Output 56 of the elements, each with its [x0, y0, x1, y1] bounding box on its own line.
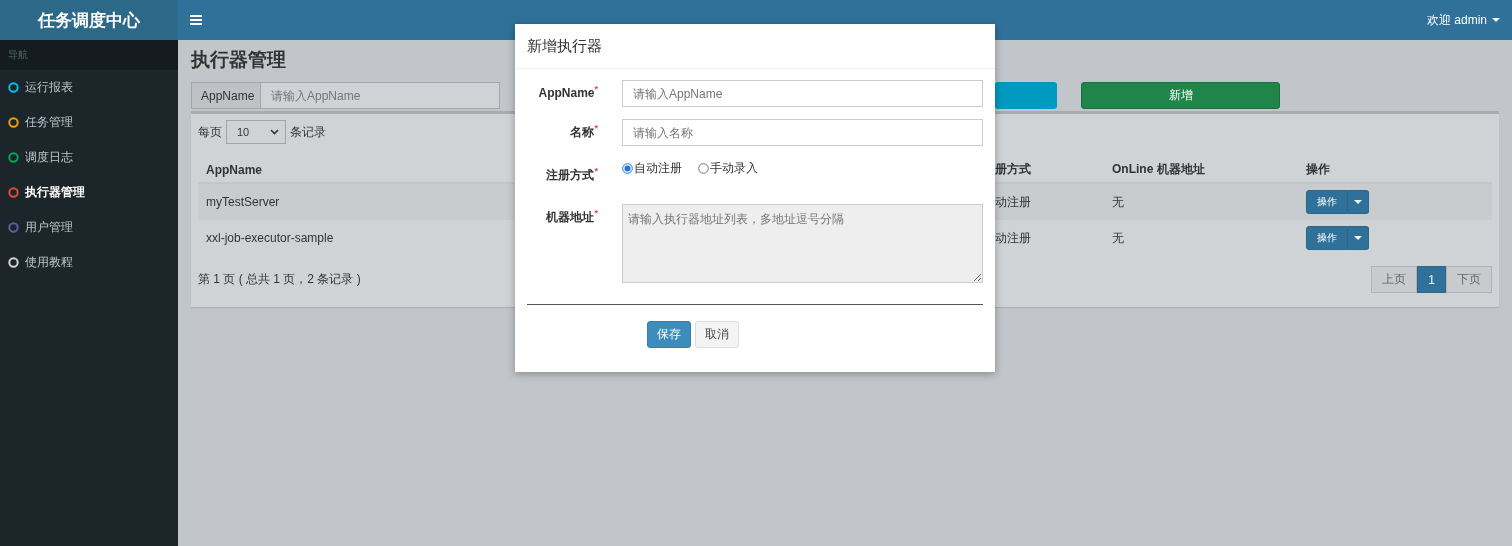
page-size-select[interactable]: 10	[226, 120, 286, 144]
action-button[interactable]: 操作	[1306, 190, 1348, 214]
brand-logo[interactable]: 任务调度中心	[0, 0, 178, 40]
table-cell: xxl-job-executor-sample	[206, 231, 334, 245]
field-label: 机器地址$^{*}$	[545, 207, 598, 226]
field-label: 名称$^{*}$	[569, 122, 598, 141]
nav-item[interactable]: 任务管理	[0, 105, 178, 140]
chevron-icon	[270, 129, 279, 135]
page-button[interactable]: 1	[1417, 266, 1446, 293]
dropdown-toggle[interactable]	[1348, 226, 1369, 250]
user-menu[interactable]: 欢迎 admin	[1426, 11, 1500, 29]
column-header: 册方式	[995, 161, 1031, 178]
page-info: 第 1 页 ( 总共 1 页，2 条记录 )	[198, 271, 361, 288]
input-field[interactable]: 请输入AppName	[622, 80, 983, 107]
address-field[interactable]: 请输入执行器地址列表，多地址逗号分隔	[622, 204, 983, 283]
table-cell: 无	[1112, 229, 1124, 247]
nav-label: 执行器管理	[25, 184, 85, 201]
field-label: 注册方式$^{*}$	[545, 165, 598, 184]
input-field[interactable]: 请输入名称	[622, 119, 983, 146]
save-button[interactable]: 保存	[647, 321, 691, 348]
page-button[interactable]: 上页	[1371, 266, 1418, 293]
page-size-label: 条记录	[290, 123, 326, 141]
nav-item[interactable]: 用户管理	[0, 210, 178, 245]
nav-item[interactable]: 调度日志	[0, 140, 178, 175]
table-cell: 动注册	[995, 229, 1031, 247]
caret-icon	[1354, 199, 1362, 205]
nav-label: 使用教程	[25, 254, 73, 271]
nav-item[interactable]: 运行报表	[0, 70, 178, 105]
table-cell: myTestServer	[206, 195, 280, 209]
field-label: AppName$^{*}$	[537, 83, 598, 102]
radio-option[interactable]: 手动录入	[698, 159, 758, 177]
nav-item[interactable]: 使用教程	[0, 245, 178, 280]
input-addon: AppName	[191, 82, 261, 109]
radio-option[interactable]: 自动注册	[622, 159, 682, 177]
nav-label: 任务管理	[25, 114, 73, 131]
caret-icon	[1492, 17, 1500, 23]
column-header: OnLine 机器地址	[1112, 161, 1205, 178]
menu-icon[interactable]	[190, 15, 202, 25]
dropdown-toggle[interactable]	[1348, 190, 1369, 214]
column-header: 操作	[1306, 161, 1330, 178]
caret-icon	[1354, 235, 1362, 241]
search-field[interactable]: 请输入AppName	[261, 82, 500, 109]
add-button[interactable]: 新增	[1081, 82, 1280, 109]
action-button[interactable]: 操作	[1306, 226, 1348, 250]
page-button[interactable]: 下页	[1446, 266, 1492, 293]
nav-label: 调度日志	[25, 149, 73, 166]
table-cell: 无	[1112, 193, 1124, 211]
nav-label: 运行报表	[25, 79, 73, 96]
table-cell: 动注册	[995, 193, 1031, 211]
column-header: AppName	[206, 162, 262, 177]
cancel-button[interactable]: 取消	[695, 321, 739, 348]
page-size-label: 每页	[198, 123, 222, 141]
nav-label: 用户管理	[25, 219, 73, 236]
nav-heading: 导航	[0, 40, 178, 70]
nav-item[interactable]: 执行器管理	[0, 175, 178, 210]
modal-title: 新增执行器	[515, 24, 995, 69]
